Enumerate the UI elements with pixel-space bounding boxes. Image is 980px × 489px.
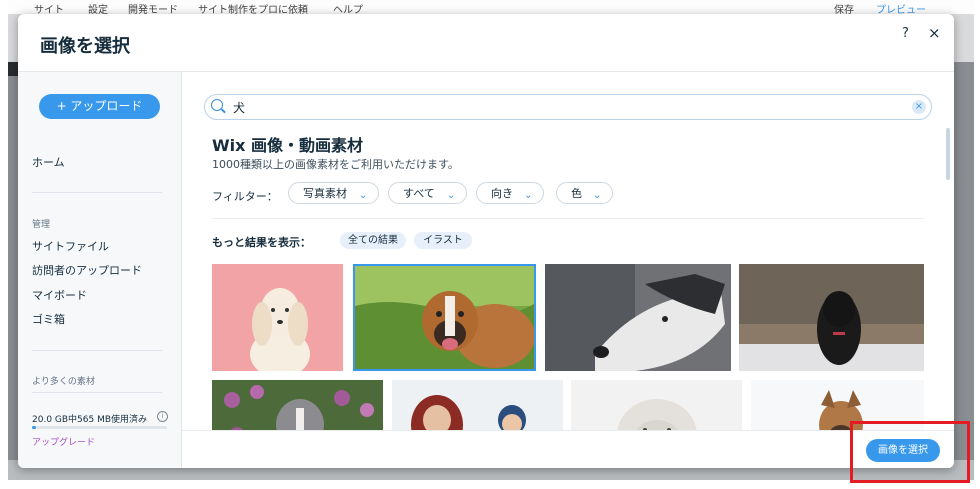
- upload-button[interactable]: + アップロード: [39, 94, 160, 119]
- filter-label-text: 写真素材: [303, 187, 347, 200]
- chevron-down-icon: ⌄: [593, 190, 602, 201]
- filter-label: フィルター：: [212, 190, 278, 203]
- sidebar-heading-more: より多くの素材: [32, 377, 95, 387]
- close-button[interactable]: ×: [928, 24, 941, 42]
- filter-orientation[interactable]: 向き ⌄: [476, 182, 544, 204]
- tag-illustration[interactable]: イラスト: [414, 232, 472, 249]
- editor-top-menu: サイト 設定 開発モード サイト制作をプロに依頼 ヘルプ 保存 プレビュー: [8, 0, 974, 16]
- dog-photo: [212, 264, 343, 371]
- sidebar-heading-manage: 管理: [32, 220, 51, 230]
- filter-all[interactable]: すべて ⌄: [388, 182, 467, 204]
- chevron-down-icon: ⌄: [524, 190, 533, 201]
- dialog-header: 画像を選択 ? ×: [18, 14, 954, 72]
- section-subtitle: 1000種類以上の画像素材をご利用いただけます。: [212, 158, 459, 171]
- section-title: Wix 画像・動画素材: [212, 136, 364, 155]
- tag-all-results[interactable]: 全ての結果: [340, 232, 406, 249]
- sidebar-item-site-files[interactable]: サイトファイル: [32, 238, 109, 254]
- chevron-down-icon: ⌄: [359, 190, 368, 201]
- sidebar-item-home[interactable]: ホーム: [32, 154, 65, 170]
- media-main-panel: × Wix 画像・動画素材 1000種類以上の画像素材をご利用いただけます。 フ…: [182, 72, 954, 468]
- image-thumbnail-poodle[interactable]: [212, 264, 343, 371]
- sidebar-item-trash[interactable]: ゴミ箱: [32, 311, 65, 327]
- storage-usage-text: 20.0 GB中565 MB使用済み: [32, 415, 148, 425]
- help-button[interactable]: ?: [902, 26, 909, 41]
- media-sidebar: + アップロード ホーム 管理 サイトファイル 訪問者のアップロード マイボード…: [18, 72, 182, 468]
- filter-label-text: すべて: [403, 187, 435, 200]
- dog-photo: [739, 264, 924, 371]
- dog-photo: [545, 264, 731, 371]
- chevron-down-icon: ⌄: [447, 190, 456, 201]
- storage-bar: [32, 426, 167, 429]
- sidebar-divider: [32, 350, 162, 351]
- filter-label-text: 向き: [491, 187, 513, 200]
- image-thumbnail-boxer-selected[interactable]: [353, 264, 536, 371]
- scrollbar[interactable]: [946, 128, 950, 180]
- divider: [212, 218, 924, 219]
- sidebar-divider: [32, 192, 162, 193]
- storage-bar-fill: [32, 426, 36, 429]
- image-select-dialog: 画像を選択 ? × + アップロード ホーム 管理 サイトファイル 訪問者のアッ…: [18, 14, 954, 468]
- filter-label-text: 色: [571, 187, 582, 200]
- more-results-label: もっと結果を表示：: [212, 236, 311, 249]
- search-input[interactable]: [233, 98, 893, 116]
- search-box: ×: [204, 94, 932, 120]
- image-thumbnail-husky[interactable]: [545, 264, 731, 371]
- filter-photo-type[interactable]: 写真素材 ⌄: [288, 182, 379, 204]
- filter-color[interactable]: 色 ⌄: [556, 182, 613, 204]
- sidebar-item-my-boards[interactable]: マイボード: [32, 287, 87, 303]
- sidebar-divider: [32, 392, 162, 393]
- dialog-footer: 画像を選択: [182, 430, 954, 468]
- search-icon: [211, 99, 223, 111]
- dog-photo: [355, 266, 534, 369]
- upgrade-link[interactable]: アップグレード: [32, 435, 95, 448]
- clear-search-icon[interactable]: ×: [912, 100, 926, 114]
- info-icon[interactable]: i: [157, 411, 168, 422]
- dialog-title: 画像を選択: [40, 36, 130, 57]
- image-thumbnail-black-lab[interactable]: [739, 264, 924, 371]
- sidebar-item-visitor-uploads[interactable]: 訪問者のアップロード: [32, 262, 142, 278]
- annotation-highlight-box: [850, 421, 970, 483]
